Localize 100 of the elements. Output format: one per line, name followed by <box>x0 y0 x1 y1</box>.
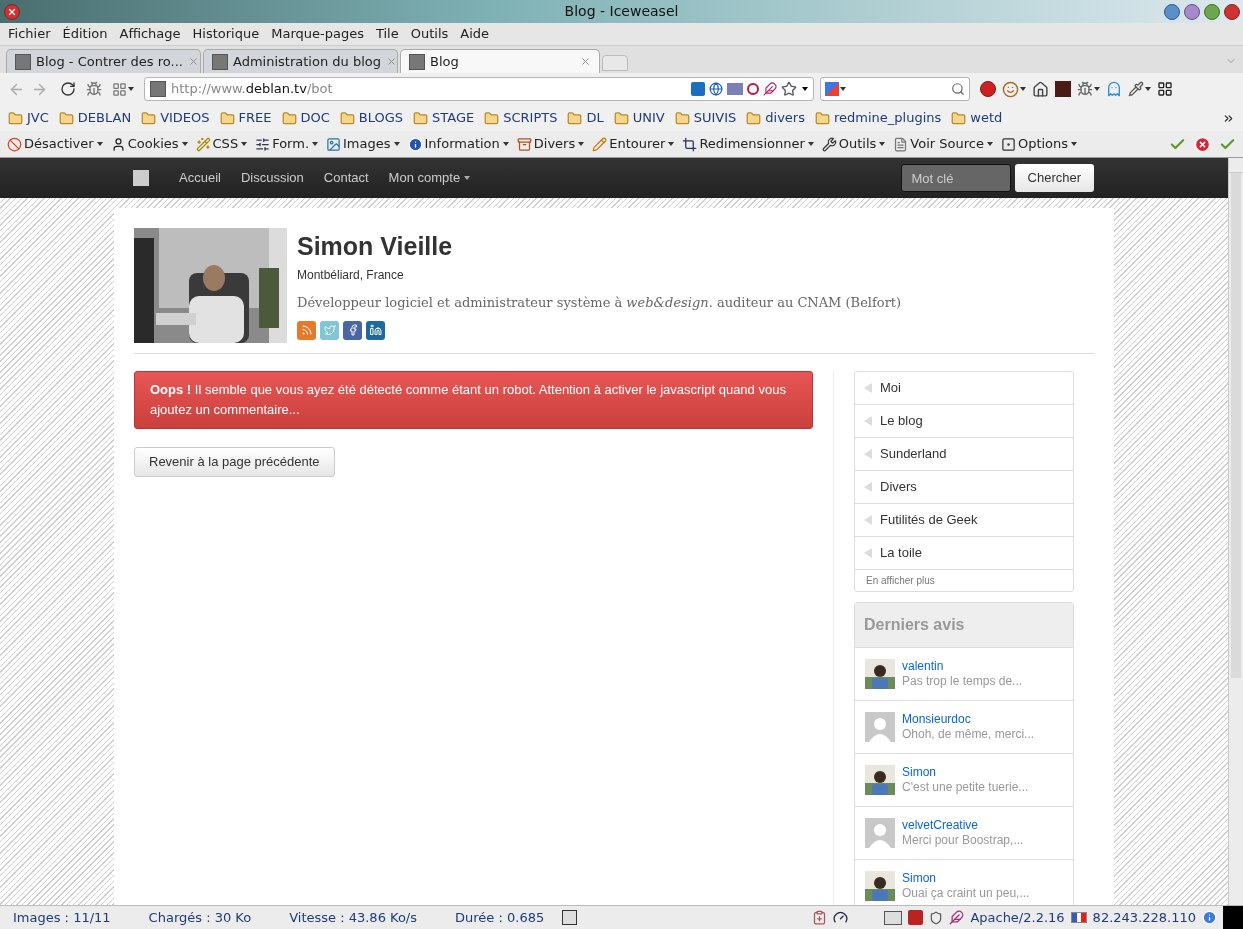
review-author[interactable]: Simon <box>902 871 1030 886</box>
feather-icon[interactable] <box>949 910 965 925</box>
window-icon[interactable] <box>1157 81 1173 97</box>
menu-item[interactable]: Marque-pages <box>265 24 370 44</box>
menu-item[interactable]: Édition <box>56 24 114 44</box>
window-control-button[interactable] <box>1164 3 1180 20</box>
menu-item[interactable]: Affichage <box>113 24 187 44</box>
bug-icon[interactable] <box>86 81 102 97</box>
toolbar-menu[interactable]: Outils <box>821 134 886 154</box>
tile-icon[interactable] <box>908 910 924 925</box>
toolbar-menu[interactable]: Entourer <box>592 134 675 154</box>
toolbar-menu[interactable]: Désactiver <box>7 134 103 154</box>
review-author[interactable]: Monsieurdoc <box>902 712 1035 727</box>
menu-item[interactable]: Aide <box>454 24 496 44</box>
sidebar-item[interactable]: La toile <box>855 537 1073 570</box>
fly-icon[interactable] <box>1077 81 1093 97</box>
eyedropper-icon[interactable] <box>1128 81 1144 97</box>
close-button[interactable] <box>1224 3 1240 20</box>
linkedin-icon[interactable] <box>366 320 385 340</box>
toolbar-menu[interactable]: Divers <box>516 134 585 154</box>
feather-icon[interactable] <box>763 82 777 96</box>
show-more-link[interactable]: En afficher plus <box>855 570 1073 591</box>
close-icon[interactable] <box>580 56 591 67</box>
folder-icon <box>141 110 157 126</box>
bookmark-link[interactable]: DOC <box>300 108 330 128</box>
window-control-button[interactable] <box>1184 3 1200 20</box>
review-item[interactable]: velvetCreative Merci pour Boostrap,... <box>855 807 1073 860</box>
review-author[interactable]: valentin <box>902 659 1023 674</box>
globe-icon[interactable] <box>709 82 723 96</box>
bookmark-link[interactable]: VIDEOS <box>160 108 210 128</box>
search-field[interactable]: Mot clé <box>900 164 1011 192</box>
bookmark-link[interactable]: wetd <box>970 108 1003 128</box>
menu-item[interactable]: Outils <box>404 24 455 44</box>
close-button[interactable] <box>4 3 20 20</box>
toolbar-menu[interactable]: Images <box>326 134 400 154</box>
menu-item[interactable]: Tile <box>369 24 405 44</box>
tile-icon[interactable] <box>691 82 705 96</box>
wand-icon <box>195 136 211 152</box>
search-icon[interactable] <box>951 82 965 96</box>
info-icon[interactable] <box>1202 910 1217 925</box>
toolbar-menu[interactable]: Voir Source <box>893 134 993 154</box>
bookmark-link[interactable]: FREE <box>238 108 272 128</box>
s-square-icon[interactable] <box>562 910 578 925</box>
bookmark-link[interactable]: STAGE <box>432 108 475 128</box>
caret-icon <box>1071 142 1078 146</box>
reload-icon[interactable] <box>60 81 76 97</box>
review-author[interactable]: velvetCreative <box>902 818 1024 833</box>
back-button[interactable]: Revenir à la page précédente <box>134 447 335 477</box>
menu-item[interactable]: Fichier <box>2 24 57 44</box>
maximize-button[interactable] <box>1204 3 1220 20</box>
sidebar-item[interactable]: Le blog <box>855 405 1073 438</box>
bookmark-link[interactable]: SCRIPTS <box>503 108 558 128</box>
swirl-icon[interactable] <box>747 83 759 95</box>
clipboard-icon[interactable] <box>812 910 828 925</box>
sidebar-item[interactable]: Futilités de Geek <box>855 504 1073 537</box>
smiley-icon[interactable] <box>1002 80 1019 98</box>
bookmark-link[interactable]: SUIVIS <box>693 108 737 128</box>
grid-icon[interactable] <box>112 81 127 97</box>
star-icon[interactable] <box>781 81 797 97</box>
browser-tab[interactable]: Blog - Contrer des ro... <box>6 49 201 73</box>
search-field[interactable] <box>820 77 970 101</box>
toolbar-menu[interactable]: Information <box>407 134 509 154</box>
browser-tab[interactable]: Blog <box>400 49 600 73</box>
review-item[interactable]: Simon C'est une petite tuerie... <box>855 754 1073 807</box>
review-item[interactable]: valentin Pas trop le temps de... <box>855 648 1073 701</box>
status-text: Images : 11/11 <box>13 908 111 927</box>
close-icon <box>7 6 17 17</box>
toolbar-menu[interactable]: CSS <box>195 134 248 154</box>
sidebar-item[interactable]: Moi <box>855 372 1073 405</box>
bookmark-link[interactable]: redmine_plugins <box>834 108 942 128</box>
review-author[interactable]: Simon <box>902 765 1029 780</box>
bookmark-link[interactable]: UNIV <box>632 108 665 128</box>
review-item[interactable]: Monsieurdoc Ohoh, de même, merci... <box>855 701 1073 754</box>
search-button[interactable]: Chercher <box>1014 164 1094 192</box>
facebook-icon[interactable] <box>343 320 362 340</box>
sidebar-item[interactable]: Divers <box>855 471 1073 504</box>
toolbar-menu[interactable]: Redimensionner <box>682 134 814 154</box>
address-field[interactable]: http://www.deblan.tv/bot <box>144 77 814 101</box>
browser-tab[interactable]: Administration du blog <box>203 49 398 73</box>
ghost-icon[interactable] <box>1106 81 1122 97</box>
bookmark-link[interactable]: DL <box>586 108 604 128</box>
bookmark-link[interactable]: JVC <box>27 108 49 128</box>
toolbar-menu[interactable]: Form. <box>255 134 319 154</box>
toolbar-menu[interactable]: Options <box>1000 134 1078 154</box>
home-icon[interactable] <box>1032 80 1049 98</box>
bookmark-link[interactable]: divers <box>765 108 805 128</box>
menu-item[interactable]: Historique <box>186 24 266 44</box>
gauge-icon[interactable] <box>833 910 849 925</box>
rss-icon[interactable] <box>297 320 316 340</box>
nav-link[interactable]: Mon compte <box>388 168 471 188</box>
nav-link[interactable]: Contact <box>323 168 369 188</box>
nav-link[interactable]: Discussion <box>240 168 304 188</box>
shield-icon[interactable] <box>929 910 944 925</box>
bookmark-link[interactable]: DEBLAN <box>77 108 132 128</box>
sidebar-item[interactable]: Sunderland <box>855 438 1073 471</box>
bookmark-link[interactable]: BLOGS <box>358 108 404 128</box>
error-icon[interactable] <box>1194 135 1211 153</box>
toolbar-menu[interactable]: Cookies <box>110 134 188 154</box>
nav-link[interactable]: Accueil <box>179 168 221 188</box>
stop-sign-icon[interactable] <box>980 81 996 97</box>
